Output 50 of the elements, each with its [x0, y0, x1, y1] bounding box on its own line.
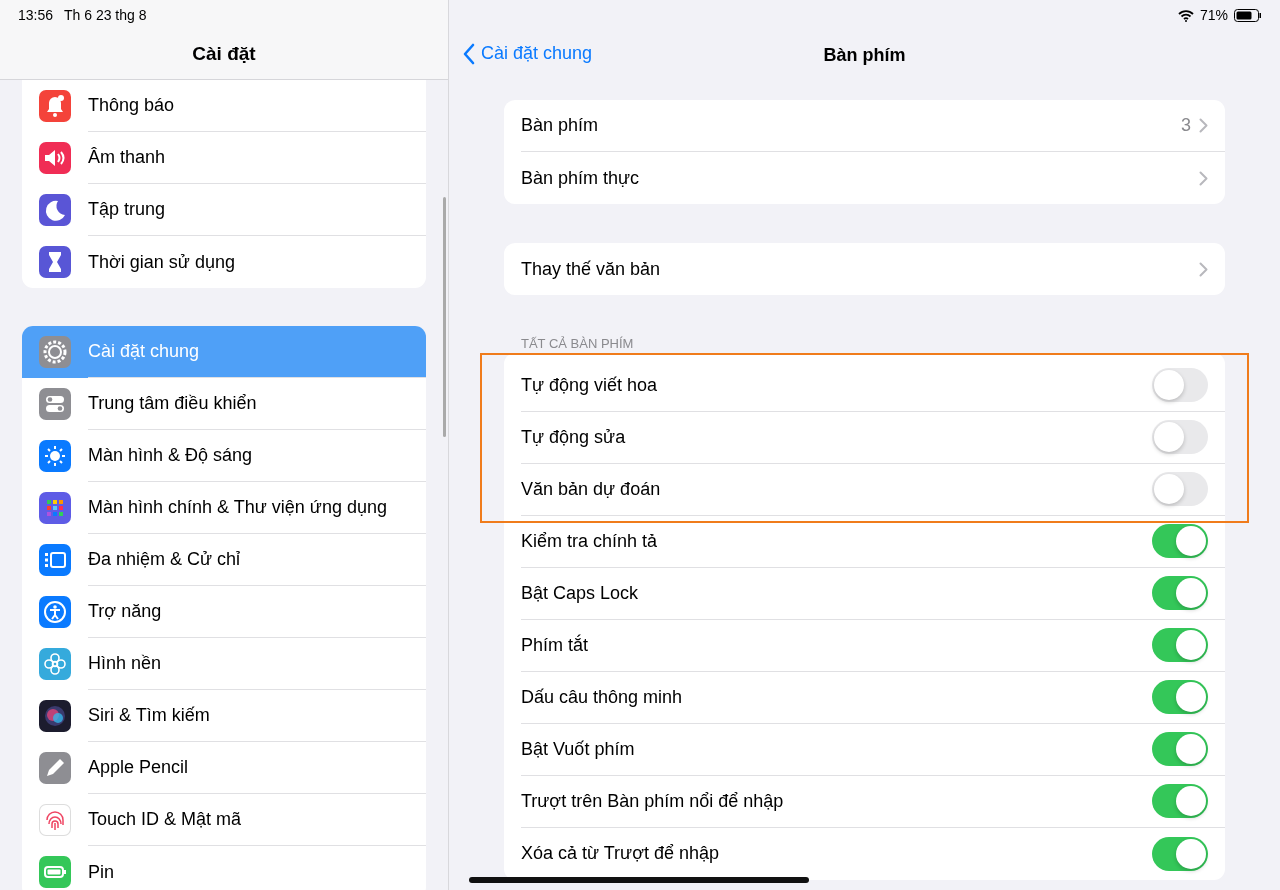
settings-row[interactable]: Bàn phím 3 — [521, 100, 1225, 152]
wifi-icon — [1177, 9, 1194, 22]
toggle-switch[interactable] — [1152, 368, 1208, 402]
toggle-switch[interactable] — [1152, 836, 1208, 871]
chevron-icon — [1199, 261, 1208, 277]
sidebar-item[interactable]: Màn hình chính & Thư viện ứng dụng — [22, 482, 426, 534]
setting-label: Kiểm tra chính tả — [521, 529, 659, 553]
sidebar-item[interactable]: Trợ năng — [22, 586, 426, 638]
setting-label: Bật Vuốt phím — [521, 737, 636, 761]
page-title: Bàn phím — [823, 44, 906, 67]
settings-row[interactable]: Bàn phím thực — [521, 152, 1225, 204]
status-date: Th 6 23 thg 8 — [64, 6, 147, 25]
back-button[interactable]: Cài đặt chung — [463, 40, 593, 67]
setting-label: Phím tắt — [521, 633, 590, 657]
sidebar-item[interactable]: Apple Pencil — [22, 742, 426, 794]
setting-label: Tự động sửa — [521, 425, 627, 449]
setting-label: Dấu câu thông minh — [521, 685, 684, 709]
setting-label: Trượt trên Bàn phím nổi để nhập — [521, 789, 785, 813]
sidebar-title: Cài đặt — [191, 42, 257, 66]
toggle-switch[interactable] — [1152, 576, 1208, 610]
toggle-switch[interactable] — [1152, 524, 1208, 558]
sidebar-item[interactable]: Đa nhiệm & Cử chỉ — [22, 534, 426, 586]
toggle-switch[interactable] — [1152, 628, 1208, 662]
settings-row[interactable]: Thay thế văn bản — [521, 243, 1225, 295]
back-chevron-icon — [463, 42, 475, 65]
toggle-switch[interactable] — [1152, 472, 1208, 506]
toggle-switch[interactable] — [1152, 680, 1208, 714]
sidebar-item[interactable]: Touch ID & Mật mã — [22, 794, 426, 846]
sidebar-item[interactable]: Thông báo — [22, 80, 426, 132]
battery-icon — [1234, 9, 1262, 22]
sidebar-item[interactable]: Siri & Tìm kiếm — [22, 690, 426, 742]
sidebar-item[interactable]: Pin — [22, 846, 426, 890]
sidebar-item[interactable]: Tập trung — [22, 184, 426, 236]
setting-label: Văn bản dự đoán — [521, 477, 662, 501]
sidebar-item[interactable]: Thời gian sử dụng — [22, 236, 426, 288]
toggle-switch[interactable] — [1152, 784, 1208, 818]
setting-label: Tự động viết hoa — [521, 373, 659, 397]
toggle-switch[interactable] — [1152, 420, 1208, 454]
status-time: 13:56 — [18, 6, 54, 25]
sidebar-item[interactable]: Trung tâm điều khiển — [22, 378, 426, 430]
setting-label: Bật Caps Lock — [521, 581, 640, 605]
chevron-icon — [1199, 170, 1208, 186]
sidebar-item[interactable]: Hình nền — [22, 638, 426, 690]
sidebar-item[interactable]: Âm thanh — [22, 132, 426, 184]
battery-percent: 71% — [1199, 6, 1228, 25]
toggle-switch[interactable] — [1152, 732, 1208, 766]
chevron-icon — [1199, 118, 1208, 133]
section-header: TẤT CẢ BÀN PHÍM — [521, 335, 635, 353]
sidebar-item[interactable]: Màn hình & Độ sáng — [22, 430, 426, 482]
setting-label: Xóa cả từ Trượt để nhập — [521, 842, 720, 865]
